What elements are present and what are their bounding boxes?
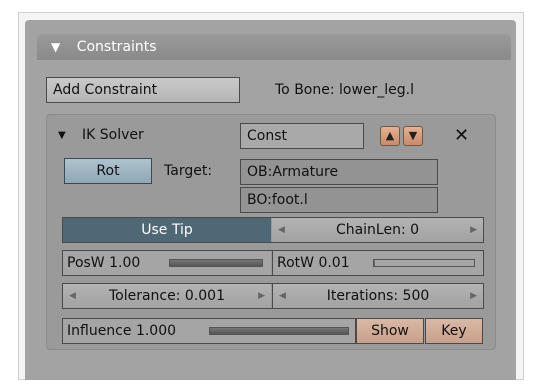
triangle-down-icon[interactable]: ▼: [58, 130, 66, 141]
add-constraint-button[interactable]: Add Constraint: [46, 77, 240, 103]
influence-track: [209, 327, 349, 335]
panel-title: Constraints: [76, 39, 157, 55]
arrow-left-icon[interactable]: ◀: [278, 218, 285, 242]
target-object-field[interactable]: OB:Armature: [240, 159, 438, 185]
tolerance-label: Tolerance: 0.001: [108, 288, 225, 304]
iterations-label: Iterations: 500: [326, 288, 430, 304]
target-bone-field[interactable]: BO:foot.l: [240, 187, 438, 213]
chainlen-label: ChainLen: 0: [335, 222, 420, 238]
rotw-track: [373, 259, 475, 267]
close-icon[interactable]: ✕: [454, 125, 469, 146]
posw-slider[interactable]: PosW 1.00: [63, 251, 271, 275]
posw-track: [169, 259, 263, 267]
arrow-left-icon[interactable]: ◀: [69, 284, 76, 308]
target-label: Target:: [164, 163, 213, 179]
use-tip-chainlen-row: Use Tip ◀ ChainLen: 0 ▶: [62, 217, 484, 243]
iterations-field[interactable]: ◀ Iterations: 500 ▶: [272, 284, 483, 308]
chevron-down-icon[interactable]: ▼: [403, 126, 423, 146]
solver-settings-row: ◀ Tolerance: 0.001 ▶ ◀ Iterations: 500 ▶: [62, 283, 484, 309]
rotw-fill: [374, 260, 375, 266]
influence-slider[interactable]: Influence 1.000: [62, 318, 356, 344]
constraint-name: IK Solver: [82, 127, 144, 143]
posw-fill: [170, 260, 262, 266]
panel-header[interactable]: ▼ Constraints: [37, 34, 511, 60]
arrow-left-icon[interactable]: ◀: [279, 284, 286, 308]
constraint-type-field[interactable]: Const: [240, 123, 364, 149]
chainlen-field[interactable]: ◀ ChainLen: 0 ▶: [272, 218, 483, 242]
key-button[interactable]: Key: [425, 318, 483, 344]
posw-label: PosW 1.00: [67, 255, 141, 271]
to-bone-label: To Bone: lower_leg.l: [275, 82, 415, 98]
arrow-right-icon[interactable]: ▶: [258, 284, 265, 308]
influence-fill: [210, 328, 348, 334]
arrow-right-icon[interactable]: ▶: [470, 284, 477, 308]
use-tip-toggle[interactable]: Use Tip: [63, 218, 271, 242]
rot-toggle-button[interactable]: Rot: [64, 158, 152, 184]
arrow-right-icon[interactable]: ▶: [470, 218, 477, 242]
influence-label: Influence 1.000: [67, 323, 177, 339]
triangle-down-icon[interactable]: ▼: [51, 34, 60, 60]
show-button[interactable]: Show: [356, 318, 424, 344]
chevron-up-icon[interactable]: ▲: [380, 126, 400, 146]
rotw-label: RotW 0.01: [277, 255, 350, 271]
rotw-slider[interactable]: RotW 0.01: [272, 251, 483, 275]
weights-row: PosW 1.00 RotW 0.01: [62, 250, 484, 276]
tolerance-field[interactable]: ◀ Tolerance: 0.001 ▶: [63, 284, 271, 308]
